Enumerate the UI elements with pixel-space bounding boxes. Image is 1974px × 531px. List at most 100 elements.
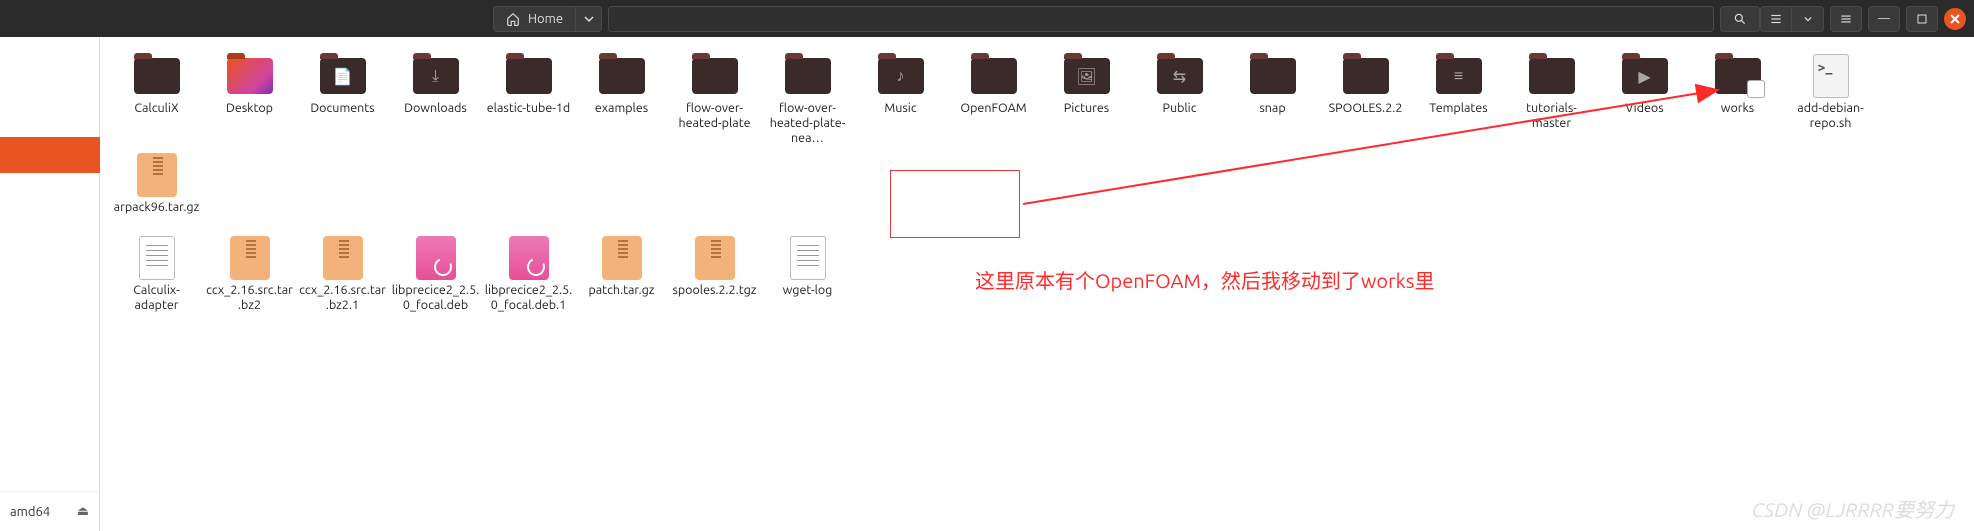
file-item[interactable]: Desktop: [203, 51, 296, 150]
file-item[interactable]: patch.tar.gz: [575, 233, 668, 317]
file-item[interactable]: elastic-tube-1d: [482, 51, 575, 150]
view-list-button[interactable]: [1760, 6, 1792, 32]
file-label: Videos: [1625, 101, 1663, 116]
folder-icon: [1248, 55, 1298, 97]
folder-icon: 📄: [318, 55, 368, 97]
folder-icon: [969, 55, 1019, 97]
home-icon: [506, 12, 520, 26]
file-label: SPOOLES.2.2: [1329, 101, 1403, 116]
home-crumb-label: Home: [528, 12, 563, 26]
file-item[interactable]: 📄 Documents: [296, 51, 389, 150]
file-item[interactable]: works: [1691, 51, 1784, 150]
file-item[interactable]: SPOOLES.2.2: [1319, 51, 1412, 150]
maximize-icon: [1917, 14, 1927, 24]
breadcrumb-group: Home: [493, 6, 1760, 32]
file-item[interactable]: spooles.2.2.tgz: [668, 233, 761, 317]
archive-icon: [690, 237, 740, 279]
close-icon: [1950, 14, 1960, 24]
view-list-dropdown[interactable]: [1792, 6, 1824, 32]
sidebar-device-amd64[interactable]: amd64 ⏏: [0, 491, 99, 531]
file-item[interactable]: ▶ Videos: [1598, 51, 1691, 150]
hamburger-menu-button[interactable]: [1830, 6, 1862, 32]
close-button[interactable]: [1944, 8, 1966, 30]
file-item[interactable]: arpack96.tar.gz: [110, 150, 203, 219]
folder-icon: [504, 55, 554, 97]
file-item[interactable]: ⤓ Downloads: [389, 51, 482, 150]
file-item[interactable]: wget-log: [761, 233, 854, 317]
file-item[interactable]: ≡ Templates: [1412, 51, 1505, 150]
file-item[interactable]: ⇆ Public: [1133, 51, 1226, 150]
deb-icon: [504, 237, 554, 279]
archive-icon: [318, 237, 368, 279]
archive-icon: [597, 237, 647, 279]
file-label: tutorials-master: [1507, 101, 1596, 131]
deb-icon: [411, 237, 461, 279]
breadcrumb-dropdown[interactable]: [576, 6, 602, 32]
file-label: Templates: [1429, 101, 1487, 116]
path-input[interactable]: [608, 6, 1714, 32]
maximize-button[interactable]: [1906, 6, 1938, 32]
file-item[interactable]: flow-over-heated-plate: [668, 51, 761, 150]
file-label: spooles.2.2.tgz: [672, 283, 756, 298]
home-crumb[interactable]: Home: [493, 6, 576, 32]
file-label: arpack96.tar.gz: [114, 200, 200, 215]
file-label: works: [1721, 101, 1754, 116]
folder-icon: ⇆: [1155, 55, 1205, 97]
file-label: OpenFOAM: [960, 101, 1026, 116]
file-item[interactable]: snap: [1226, 51, 1319, 150]
search-icon: [1733, 12, 1747, 26]
file-label: Pictures: [1064, 101, 1109, 116]
annotation-box: [890, 170, 1020, 238]
file-item[interactable]: ccx_2.16.src.tar.bz2: [203, 233, 296, 317]
watermark: CSDN @LJRRRR要努力: [1752, 494, 1954, 523]
file-item[interactable]: CalculiX: [110, 51, 203, 150]
folder-icon: [132, 55, 182, 97]
file-item[interactable]: OpenFOAM: [947, 51, 1040, 150]
annotation-text: 这里原本有个OpenFOAM，然后我移动到了works里: [975, 265, 1434, 294]
folder-icon: ▶: [1620, 55, 1670, 97]
file-label: Calculix-adapter: [112, 283, 201, 313]
folder-icon: ⤓: [411, 55, 461, 97]
file-label: Documents: [310, 101, 374, 116]
file-item[interactable]: libprecice2_2.5.0_focal.deb: [389, 233, 482, 317]
minimize-button[interactable]: —: [1868, 6, 1900, 32]
file-item[interactable]: libprecice2_2.5.0_focal.deb.1: [482, 233, 575, 317]
eject-icon[interactable]: ⏏: [77, 504, 89, 519]
chevron-down-icon: [584, 14, 594, 24]
archive-icon: [132, 154, 182, 196]
window-controls: —: [1760, 6, 1966, 32]
file-item[interactable]: flow-over-heated-plate-nea…: [761, 51, 854, 150]
file-item[interactable]: ccx_2.16.src.tar.bz2.1: [296, 233, 389, 317]
file-item[interactable]: ♪ Music: [854, 51, 947, 150]
file-item[interactable]: tutorials-master: [1505, 51, 1598, 150]
file-grid-row-1: CalculiX Desktop 📄 Documents ⤓ Downloads…: [110, 51, 1964, 219]
folder-icon: [597, 55, 647, 97]
file-label: libprecice2_2.5.0_focal.deb.1: [484, 283, 573, 313]
folder-icon: ♪: [876, 55, 926, 97]
search-button[interactable]: [1720, 6, 1760, 32]
folder-icon: [1341, 55, 1391, 97]
file-label: ccx_2.16.src.tar.bz2.1: [298, 283, 387, 313]
folder-icon: [1527, 55, 1577, 97]
text-icon: [132, 237, 182, 279]
sidebar: amd64 ⏏: [0, 37, 100, 531]
desktop-icon: [225, 55, 275, 97]
title-bar: Home —: [0, 0, 1974, 37]
file-item[interactable]: Calculix-adapter: [110, 233, 203, 317]
hamburger-icon: [1839, 12, 1853, 26]
sidebar-active-highlight: [0, 137, 100, 173]
file-label: snap: [1259, 101, 1285, 116]
folder-icon: ≡: [1434, 55, 1484, 97]
file-item[interactable]: 🖼 Pictures: [1040, 51, 1133, 150]
text-icon: [783, 237, 833, 279]
file-label: flow-over-heated-plate-nea…: [763, 101, 852, 146]
file-label: Downloads: [404, 101, 467, 116]
file-label: ccx_2.16.src.tar.bz2: [205, 283, 294, 313]
file-item[interactable]: examples: [575, 51, 668, 150]
linked-folder-icon: [1713, 55, 1763, 97]
file-label: elastic-tube-1d: [487, 101, 570, 116]
device-label: amd64: [10, 505, 50, 519]
folder-icon: 🖼: [1062, 55, 1112, 97]
file-item[interactable]: >_ add-debian-repo.sh: [1784, 51, 1877, 150]
sh-icon: >_: [1806, 55, 1856, 97]
